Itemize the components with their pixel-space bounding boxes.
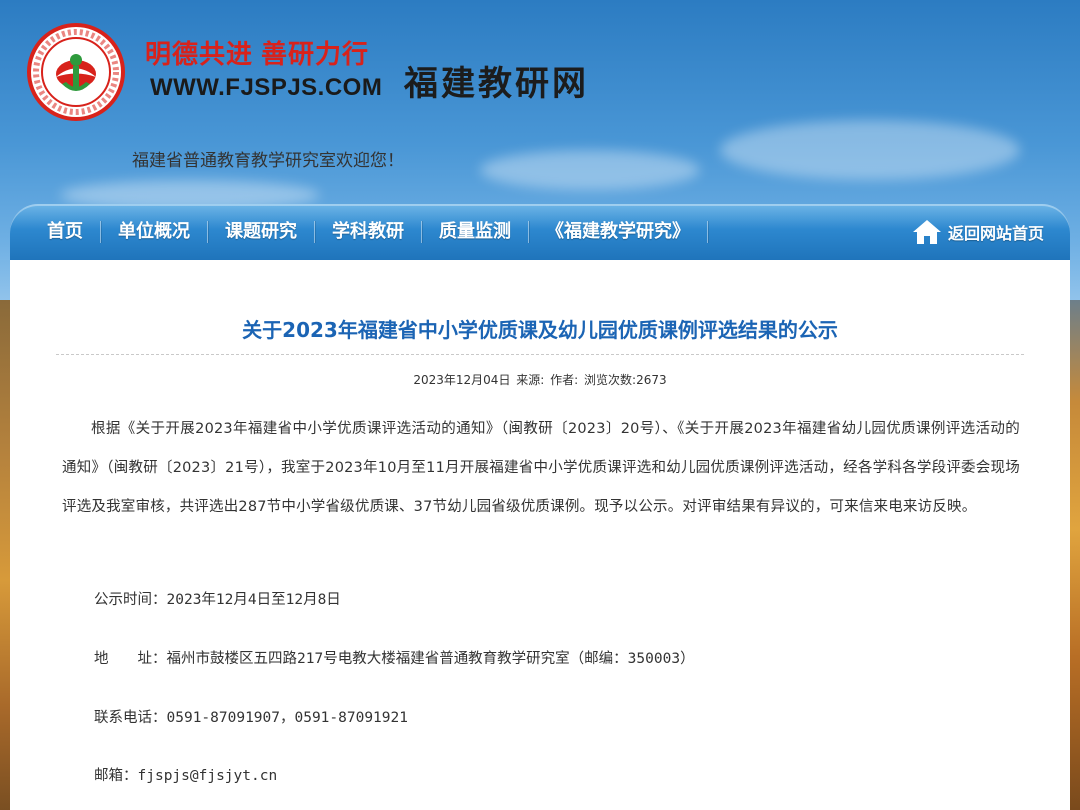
return-home-link[interactable]: 返回网站首页 [912, 204, 1044, 260]
welcome-text: 福建省普通教育教学研究室欢迎您！ [132, 151, 404, 171]
article-title: 关于2023年福建省中小学优质课及幼儿园优质课例评选结果的公示 [242, 318, 838, 342]
nav-item-about[interactable]: 单位概况 [101, 204, 207, 260]
phone-value: 0591-87091907，0591-87091921 [166, 710, 408, 726]
motto-part1: 明德共进 [145, 40, 254, 70]
return-home-label: 返回网站首页 [947, 224, 1044, 243]
article-body: 根据《关于开展2023年福建省中小学优质课评选活动的通知》（闽教研〔2023〕2… [62, 410, 1020, 527]
email-value[interactable]: fjspjs@fjsjyt.cn [138, 768, 278, 784]
contact-email: 邮箱：fjspjs@fjsjyt.cn [94, 764, 277, 785]
nav-item-journal[interactable]: 《福建教学研究》 [529, 204, 707, 260]
site-logo-seal[interactable] [26, 22, 126, 122]
article-author: 作者: [550, 373, 579, 387]
site-url[interactable]: WWW.FJSPJS.COM [150, 74, 382, 102]
nav-item-quality[interactable]: 质量监测 [422, 204, 528, 260]
site-motto: 明德共进 善研力行 [145, 34, 369, 71]
cloud-decoration [720, 120, 1020, 180]
article-panel: 关于2023年福建省中小学优质课及幼儿园优质课例评选结果的公示 2023年12月… [10, 260, 1070, 810]
publicity-period: 公示时间：2023年12月4日至12月8日 [94, 588, 341, 609]
address-value: 福州市鼓楼区五四路217号电教大楼福建省普通教育教学研究室（邮编：350003） [166, 651, 695, 667]
publicity-period-value: 2023年12月4日至12月8日 [166, 592, 341, 608]
email-label: 邮箱： [94, 768, 138, 784]
article-date: 2023年12月04日 [413, 373, 511, 387]
nav-item-research[interactable]: 课题研究 [208, 204, 314, 260]
article-source: 来源: [516, 373, 545, 387]
seal-logo-icon [27, 23, 125, 121]
phone-label: 联系电话： [94, 710, 167, 726]
address-label: 地 址： [94, 651, 167, 667]
publicity-period-label: 公示时间： [94, 592, 167, 608]
article-views: 浏览次数:2673 [584, 373, 667, 387]
nav-items: 首页 单位概况 课题研究 学科教研 质量监测 《福建教学研究》 [34, 204, 708, 260]
contact-address: 地 址：福州市鼓楼区五四路217号电教大楼福建省普通教育教学研究室（邮编：350… [94, 647, 695, 668]
site-name[interactable]: 福建教研网 [404, 56, 589, 105]
nav-separator [707, 221, 708, 243]
main-nav: 首页 单位概况 课题研究 学科教研 质量监测 《福建教学研究》 返回网站首页 [10, 204, 1070, 260]
nav-item-home[interactable]: 首页 [34, 204, 100, 260]
title-divider [56, 354, 1024, 355]
article-meta: 2023年12月04日 来源: 作者: 浏览次数:2673 [10, 371, 1070, 388]
house-icon [912, 220, 941, 244]
motto-part2: 善研力行 [261, 40, 370, 70]
nav-item-subjects[interactable]: 学科教研 [315, 204, 421, 260]
article-paragraph: 根据《关于开展2023年福建省中小学优质课评选活动的通知》（闽教研〔2023〕2… [62, 421, 1020, 515]
contact-phone: 联系电话：0591-87091907，0591-87091921 [94, 706, 408, 727]
cloud-decoration [480, 150, 700, 190]
